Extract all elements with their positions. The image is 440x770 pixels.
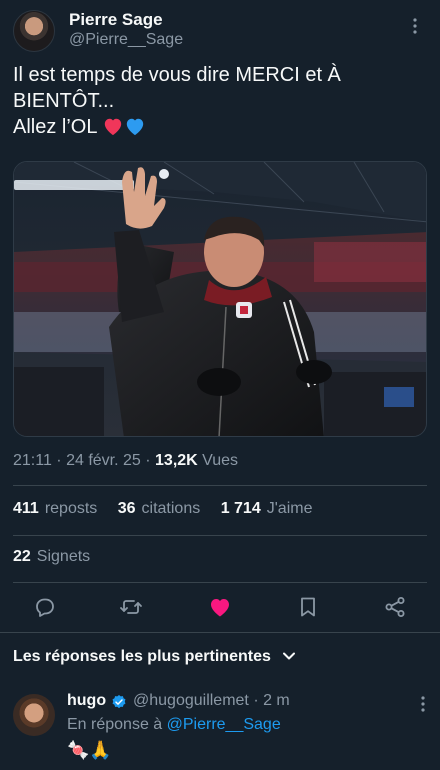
tweet-meta: 21:11 · 24 févr. 25 · 13,2K Vues bbox=[13, 452, 238, 470]
reply-context: En réponse à @Pierre__Sage bbox=[67, 716, 281, 734]
replies-sort-label: Les réponses les plus pertinentes bbox=[13, 648, 271, 665]
author-handle[interactable]: @Pierre__Sage bbox=[69, 31, 183, 49]
bookmarks-stat[interactable]: 22 Signets bbox=[13, 548, 90, 566]
chevron-down-icon bbox=[283, 652, 296, 660]
likes-stat[interactable]: 1 714 J'aime bbox=[221, 500, 313, 517]
quotes-count: 36 bbox=[117, 500, 136, 517]
quotes-label: citations bbox=[141, 500, 201, 517]
stadium-photo-illustration bbox=[14, 162, 426, 436]
author-avatar[interactable] bbox=[13, 10, 55, 52]
likes-label: J'aime bbox=[266, 500, 313, 517]
tweet-line-2: BIENTÔT... bbox=[13, 90, 115, 112]
reply-icon[interactable] bbox=[33, 595, 57, 619]
views-label: Vues bbox=[197, 452, 239, 469]
engagement-stats: 411 reposts 36 citations 1 714 J'aime bbox=[13, 500, 328, 518]
verified-badge-icon bbox=[111, 694, 127, 715]
section-separator bbox=[0, 632, 440, 633]
bookmark-icon[interactable] bbox=[296, 595, 320, 619]
reply-prefix: En réponse à bbox=[67, 716, 167, 733]
reply-item[interactable]: hugo @hugoguillemet · 2 m En réponse à @… bbox=[13, 692, 427, 770]
reposts-stat[interactable]: 411 reposts bbox=[13, 500, 97, 517]
share-icon[interactable] bbox=[383, 595, 407, 619]
replies-sort-dropdown[interactable]: Les réponses les plus pertinentes bbox=[13, 648, 296, 666]
divider bbox=[13, 582, 427, 583]
reply-avatar[interactable] bbox=[13, 694, 55, 736]
tweet-timestamp[interactable]: 21:11 · 24 févr. 25 · bbox=[13, 452, 155, 469]
reply-more-options-icon[interactable] bbox=[421, 696, 425, 717]
like-icon[interactable] bbox=[208, 595, 232, 619]
tweet-header: Pierre Sage @Pierre__Sage bbox=[13, 10, 427, 54]
red-heart-icon bbox=[105, 118, 122, 136]
tweet-line-1: Il est temps de vous dire MERCI et À bbox=[13, 64, 341, 86]
bookmarks-count: 22 bbox=[13, 548, 31, 565]
author-name[interactable]: Pierre Sage bbox=[69, 10, 163, 30]
tweet-line-3: Allez l’OL bbox=[13, 114, 427, 140]
tweet-line-3-text: Allez l’OL bbox=[13, 116, 103, 138]
likes-count: 1 714 bbox=[220, 500, 261, 517]
reposts-label: reposts bbox=[44, 500, 98, 517]
blue-heart-icon bbox=[127, 118, 144, 136]
bookmarks-label: Signets bbox=[36, 548, 91, 565]
views-count: 13,2K bbox=[155, 452, 198, 469]
action-bar bbox=[13, 592, 427, 622]
repost-icon[interactable] bbox=[119, 595, 143, 619]
tweet-text: Il est temps de vous dire MERCI et À BIE… bbox=[13, 62, 427, 140]
reply-mention-link[interactable]: @Pierre__Sage bbox=[167, 716, 281, 733]
more-options-icon[interactable] bbox=[405, 18, 425, 38]
reply-author-name[interactable]: hugo bbox=[67, 692, 106, 710]
reposts-count: 411 bbox=[13, 500, 39, 517]
divider bbox=[13, 535, 427, 536]
tweet-photo[interactable] bbox=[13, 161, 427, 437]
reply-author-handle[interactable]: @hugoguillemet · 2 m bbox=[133, 692, 290, 710]
hearts-emoji bbox=[102, 116, 146, 138]
divider bbox=[13, 485, 427, 486]
reply-text: 🍬🙏 bbox=[67, 740, 112, 760]
quotes-stat[interactable]: 36 citations bbox=[118, 500, 201, 517]
